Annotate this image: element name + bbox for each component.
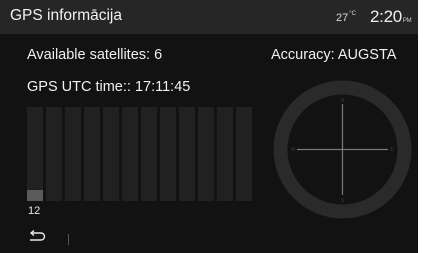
- back-button[interactable]: [28, 229, 48, 246]
- temperature-unit: °C: [349, 11, 356, 18]
- compass-south-label: S: [341, 198, 345, 204]
- signal-bar: [217, 107, 233, 201]
- signal-bar: [65, 107, 81, 201]
- satellite-compass: N E S W: [273, 80, 412, 219]
- signal-bar: [84, 107, 100, 201]
- satellites-count: Available satellites: 6: [27, 47, 163, 63]
- header-bar: GPS informācija 27°C 2:20PM: [0, 0, 418, 34]
- clock-suffix: PM: [402, 18, 412, 24]
- footer-divider: [68, 234, 69, 245]
- signal-bar: [122, 107, 138, 201]
- clock-time: 2:20: [370, 7, 402, 26]
- signal-bar: [103, 107, 119, 201]
- signal-bar-fill: [27, 190, 43, 201]
- compass-west-label: W: [291, 147, 296, 153]
- signal-bar: [27, 107, 43, 201]
- temperature-display: 27°C: [336, 11, 356, 24]
- page-title: GPS informācija: [10, 7, 122, 24]
- temperature-value: 27: [336, 12, 349, 24]
- back-arrow-icon: [29, 229, 46, 241]
- clock-display: 2:20PM: [370, 7, 412, 27]
- compass-north-label: N: [341, 98, 345, 104]
- signal-bar-label: 12: [28, 205, 41, 217]
- signal-bar: [179, 107, 195, 201]
- gps-info-screen: GPS informācija 27°C 2:20PM Available sa…: [0, 0, 418, 253]
- signal-bar: [160, 107, 176, 201]
- signal-bar: [141, 107, 157, 201]
- signal-strength-chart: [27, 107, 253, 203]
- accuracy-status: Accuracy: AUGSTA: [271, 47, 397, 63]
- compass-east-label: E: [390, 147, 394, 153]
- signal-bar: [198, 107, 214, 201]
- utc-time: GPS UTC time:: 17:11:45: [27, 79, 191, 95]
- signal-bar: [46, 107, 62, 201]
- signal-bar: [236, 107, 252, 201]
